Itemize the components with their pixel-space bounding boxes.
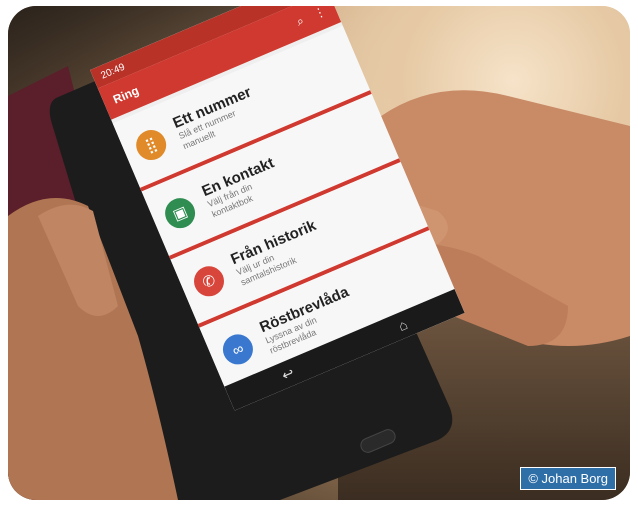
home-icon[interactable]: ⌂ — [396, 316, 410, 334]
contact-book-icon: ▣ — [160, 193, 200, 233]
app-title: Ring — [110, 83, 141, 107]
call-history-icon: ✆ — [189, 261, 229, 301]
photo-frame: 20:49 ▮▮▮ Ring ⌕ ⋮ ⣿ Ett nummer Slå ett … — [8, 6, 630, 500]
photo-credit: © Johan Borg — [520, 467, 616, 490]
back-icon[interactable]: ↩ — [279, 364, 296, 384]
keypad-icon: ⣿ — [131, 125, 171, 165]
voicemail-icon: ∞ — [218, 329, 258, 370]
more-vert-icon[interactable]: ⋮ — [311, 6, 328, 22]
search-icon[interactable]: ⌕ — [294, 13, 306, 29]
